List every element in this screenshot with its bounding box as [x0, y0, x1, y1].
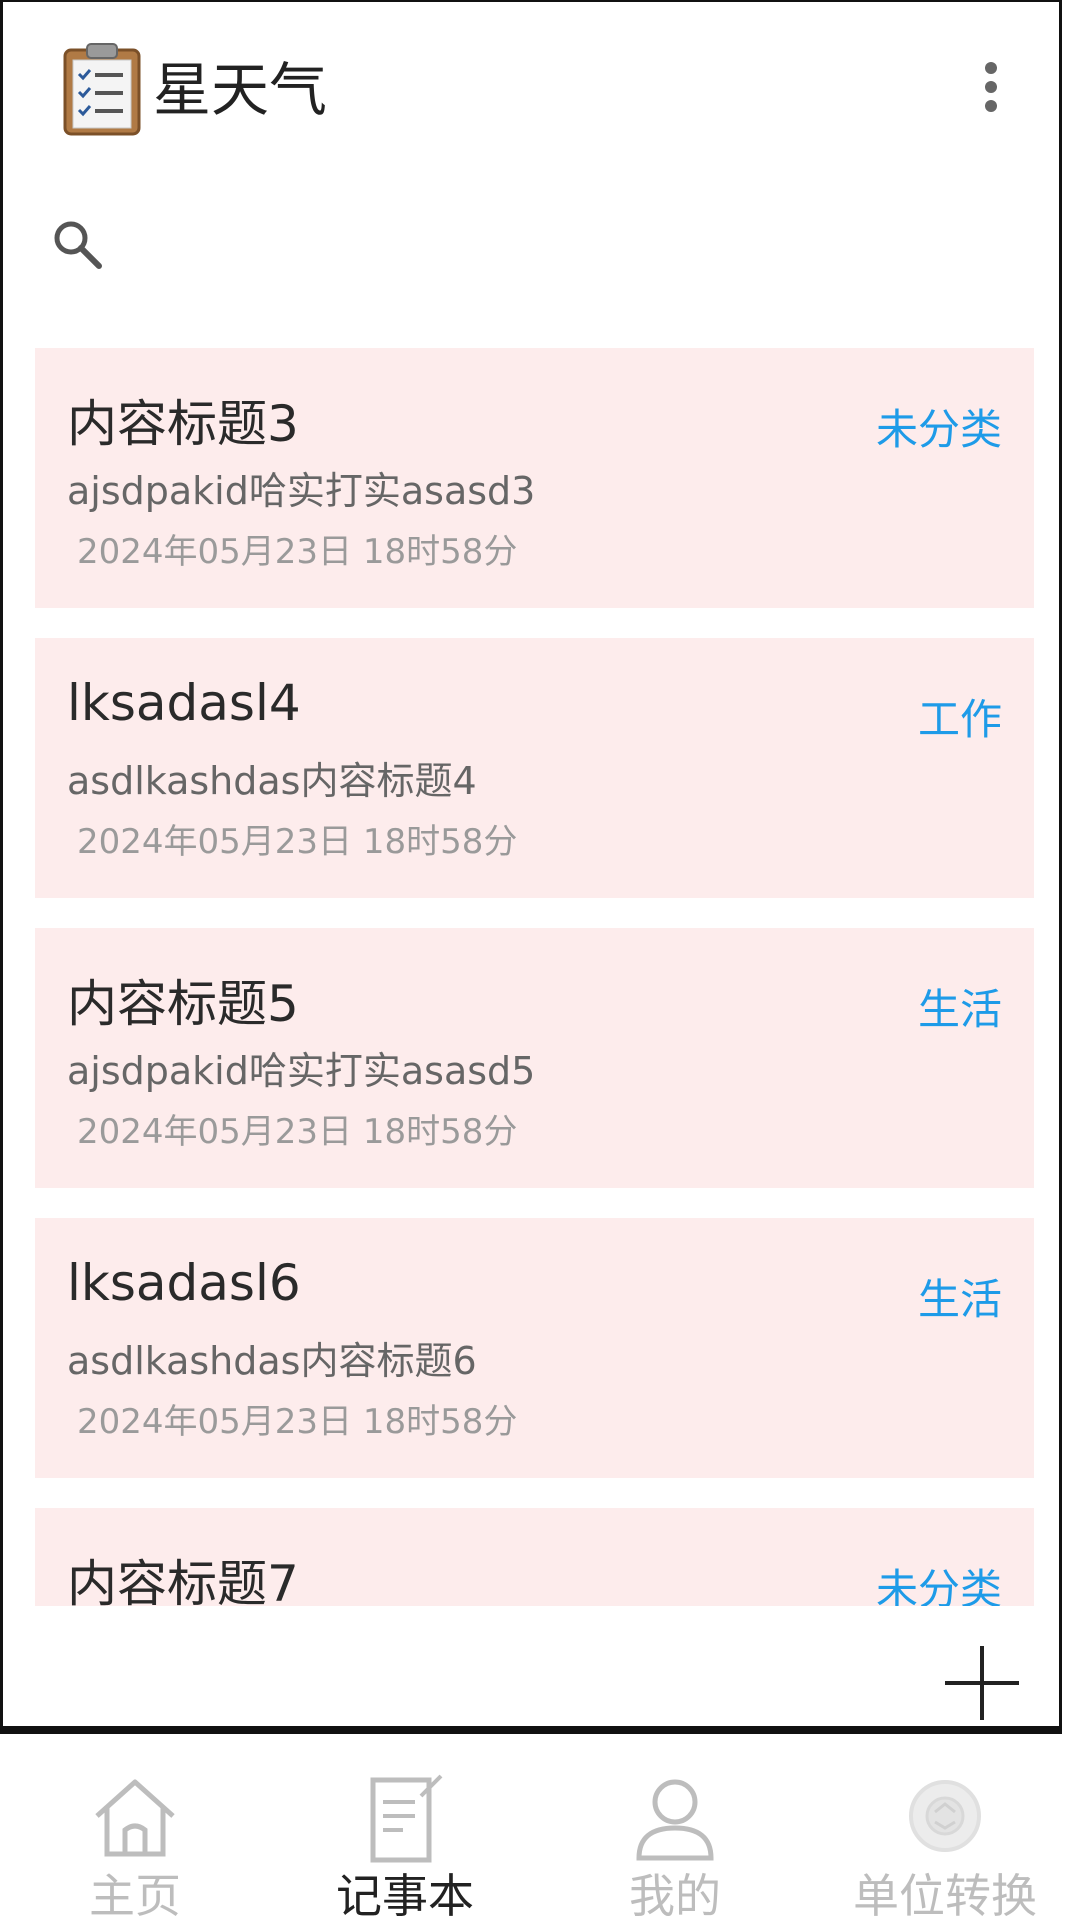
note-content: ajsdpakid哈实打实asasd3	[67, 469, 536, 513]
bottom-navigation: 主页 记事本 我的 单位转换	[0, 1744, 1080, 1923]
plus-icon	[945, 1646, 1019, 1720]
note-category: 生活	[917, 1275, 1002, 1324]
note-title: 内容标题3	[67, 395, 299, 453]
nav-label: 单位转换	[853, 1869, 1037, 1923]
dot	[985, 62, 997, 74]
note-card[interactable]: lksadasl4 asdlkashdas内容标题4 2024年05月23日 1…	[35, 638, 1034, 898]
note-category: 工作	[917, 695, 1002, 744]
add-note-button[interactable]	[943, 1644, 1021, 1722]
overflow-menu-button[interactable]	[979, 60, 1005, 114]
note-title: 内容标题5	[67, 975, 299, 1033]
dot	[985, 100, 997, 112]
note-card[interactable]: 内容标题3 ajsdpakid哈实打实asasd3 2024年05月23日 18…	[35, 348, 1034, 608]
note-title: 内容标题7	[67, 1555, 299, 1606]
nav-label: 我的	[629, 1869, 721, 1923]
search-button[interactable]	[47, 214, 107, 274]
note-time: 2024年05月23日 18时58分	[77, 1112, 518, 1152]
search-icon	[54, 221, 102, 269]
app-title: 星天气	[153, 56, 328, 124]
app-bar: 星天气	[3, 2, 1059, 172]
nav-label: 记事本	[336, 1869, 474, 1923]
notepad-icon	[370, 1774, 443, 1863]
note-card[interactable]: lksadasl6 asdlkashdas内容标题6 2024年05月23日 1…	[35, 1218, 1034, 1478]
nav-label: 主页	[89, 1869, 181, 1923]
note-category: 未分类	[875, 1565, 1002, 1606]
app-window: 星天气 内容标题3 ajsdpakid哈实打实asasd3 2024年05月23…	[0, 0, 1062, 1734]
user-icon	[636, 1779, 714, 1861]
note-title: lksadasl6	[67, 1254, 301, 1312]
note-time: 2024年05月23日 18时58分	[77, 1402, 518, 1442]
clipboard-checklist-icon	[63, 43, 141, 136]
note-content: asdlkashdas内容标题4	[67, 759, 477, 803]
note-card[interactable]: 内容标题7 未分类	[35, 1508, 1034, 1606]
note-time: 2024年05月23日 18时58分	[77, 822, 518, 862]
nav-item-notepad[interactable]: 记事本	[270, 1744, 540, 1923]
note-time: 2024年05月23日 18时58分	[77, 532, 518, 572]
note-content: asdlkashdas内容标题6	[67, 1339, 477, 1383]
home-icon	[95, 1779, 175, 1857]
convert-icon	[909, 1780, 981, 1852]
note-category: 生活	[917, 985, 1002, 1034]
note-title: lksadasl4	[67, 674, 301, 732]
dot	[985, 81, 997, 93]
note-category: 未分类	[875, 405, 1002, 454]
notes-list[interactable]: 内容标题3 ajsdpakid哈实打实asasd3 2024年05月23日 18…	[35, 348, 1034, 1606]
nav-item-unit-convert[interactable]: 单位转换	[810, 1744, 1080, 1923]
note-content: ajsdpakid哈实打实asasd5	[67, 1049, 536, 1093]
nav-item-me[interactable]: 我的	[540, 1744, 810, 1923]
nav-item-home[interactable]: 主页	[0, 1744, 270, 1923]
note-card[interactable]: 内容标题5 ajsdpakid哈实打实asasd5 2024年05月23日 18…	[35, 928, 1034, 1188]
